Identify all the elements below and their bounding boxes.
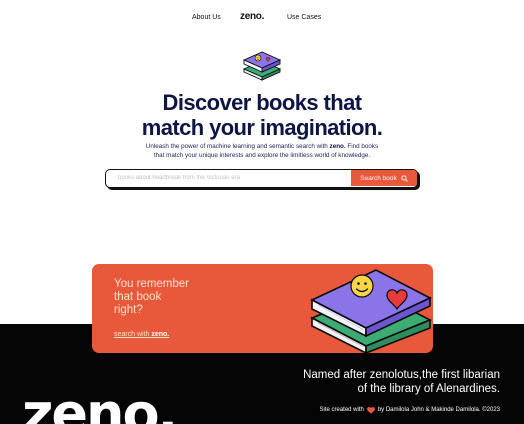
footer-credit-pre: Site created with — [319, 407, 364, 413]
hero-title-line-1: Discover books that — [162, 90, 362, 115]
nav-about-us-link[interactable]: About Us — [192, 12, 221, 24]
search-icon — [401, 174, 408, 182]
books-stack-icon — [242, 51, 282, 81]
promo-line-2: that book — [114, 291, 162, 303]
promo-line-3: right? — [114, 304, 143, 316]
footer-big-logo: zeno. — [22, 382, 178, 424]
promo-search-link[interactable]: search with zeno. — [114, 330, 169, 340]
footer-credit-post: by Damilola John & Makinde Damilola. ©20… — [377, 407, 500, 413]
hero-subtitle: Unleash the power of machine learning an… — [0, 142, 524, 160]
search-bar: Search book — [105, 169, 418, 188]
books-stack-illustration — [310, 269, 432, 354]
footer-tagline-line-1: Named after zenolotus,the first libarian — [303, 369, 500, 381]
promo-headline: You remember that book right? — [114, 278, 189, 317]
top-nav: About Us zeno. Use Cases — [0, 12, 524, 26]
footer-tagline: Named after zenolotus,the first libarian… — [240, 368, 500, 396]
hero-subtitle-line-2: that match your unique interests and exp… — [153, 152, 371, 159]
hero-subtitle-part-1: Unleash the power of machine learning an… — [145, 143, 330, 150]
hero-subtitle-part-2: Find books — [345, 143, 379, 150]
nav-logo[interactable]: zeno. — [240, 12, 264, 22]
footer-credit: Site created with by Damilola John & Mak… — [319, 405, 500, 415]
search-book-button[interactable]: Search book — [351, 170, 417, 186]
search-book-button-label: Search book — [360, 174, 397, 182]
promo-cta-brand: zeno. — [151, 331, 170, 338]
hero-title: Discover books that match your imaginati… — [0, 90, 524, 140]
promo-line-1: You remember — [114, 278, 190, 290]
search-input[interactable] — [106, 170, 351, 186]
promo-cta-text: search with — [114, 331, 152, 338]
hero-subtitle-brand: zeno. — [329, 143, 346, 150]
nav-use-cases-link[interactable]: Use Cases — [287, 12, 321, 24]
hero-title-line-2: match your imagination. — [141, 115, 383, 140]
heart-icon — [366, 406, 375, 414]
footer-tagline-line-2: of the library of Alenardines. — [357, 383, 500, 395]
